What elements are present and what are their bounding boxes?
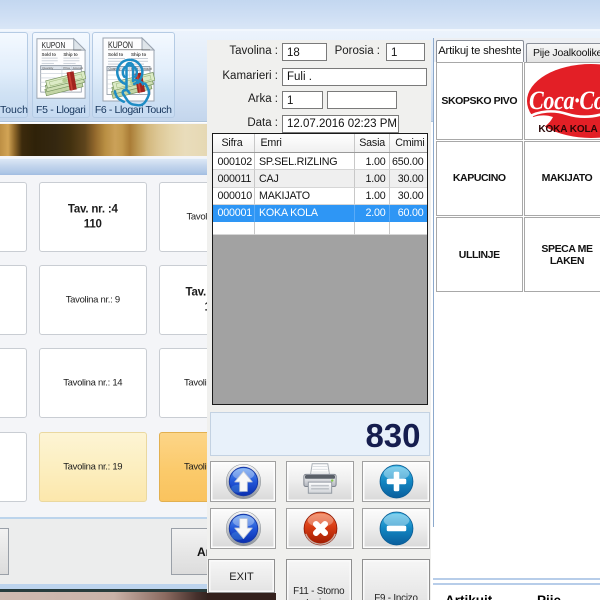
svg-text:Coca·Cola: Coca·Cola [529,86,600,115]
svg-text:KUPON: KUPON [108,40,133,50]
svg-text:Price: Price [63,65,70,69]
svg-text:Sold to: Sold to [42,51,57,56]
svg-text:Ship to: Ship to [63,51,78,56]
svg-text:Amount: Amount [73,65,84,69]
svg-text:KUPON: KUPON [42,40,66,50]
svg-text:Quantity: Quantity [42,65,54,69]
